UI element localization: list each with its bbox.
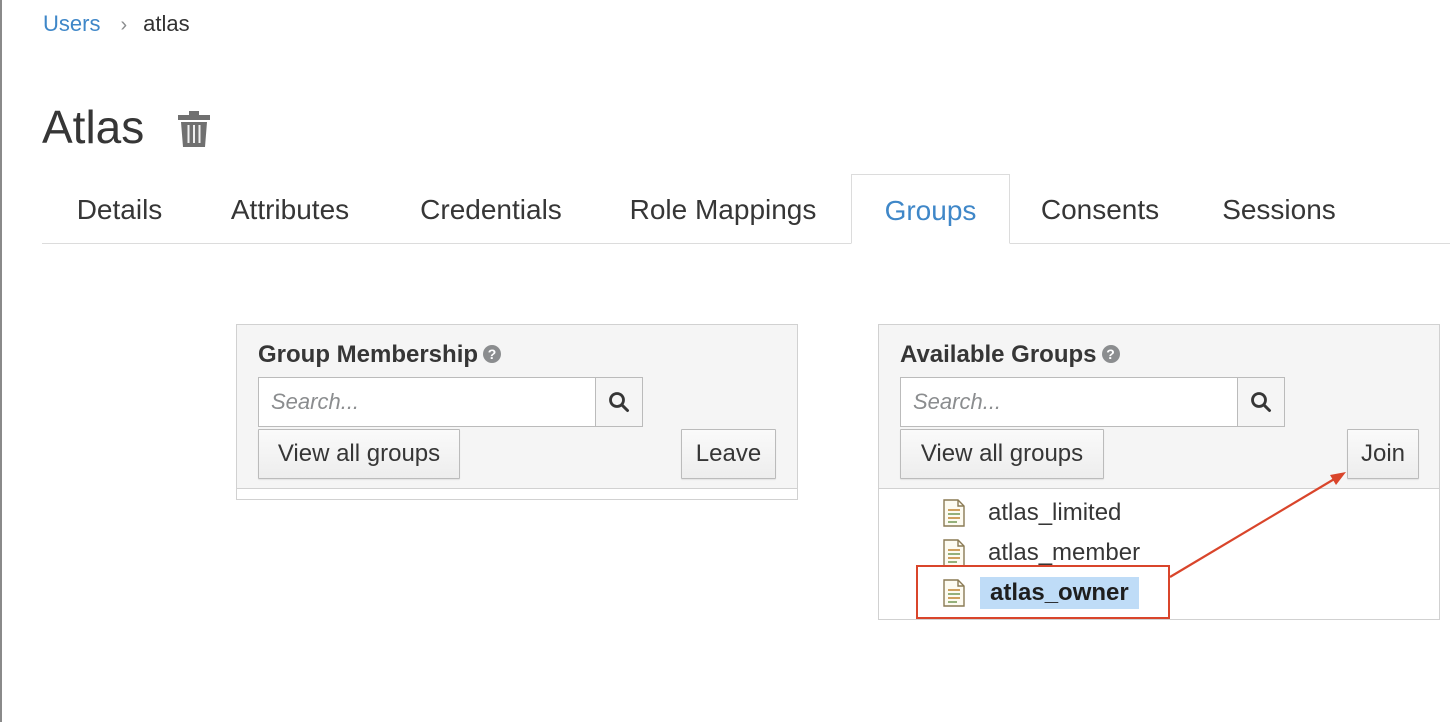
- join-button[interactable]: Join: [1347, 429, 1419, 479]
- search-icon: [609, 392, 629, 412]
- tab-sessions[interactable]: Sessions: [1209, 174, 1349, 243]
- breadcrumb-separator: ›: [120, 14, 128, 36]
- available-groups-title-text: Available Groups: [900, 341, 1097, 368]
- tab-groups[interactable]: Groups: [851, 174, 1010, 244]
- group-tree-item-label: atlas_limited: [988, 499, 1122, 526]
- tab-consents[interactable]: Consents: [1027, 174, 1173, 243]
- group-document-icon: [943, 579, 965, 607]
- available-groups-header: Available Groups? View all groups Join: [879, 325, 1439, 489]
- group-membership-title-text: Group Membership: [258, 341, 479, 368]
- available-groups-search-input[interactable]: [900, 377, 1237, 427]
- available-groups-view-all-button[interactable]: View all groups: [900, 429, 1104, 479]
- tab-details[interactable]: Details: [57, 174, 182, 243]
- group-membership-panel: Group Membership? View all groups Leave: [236, 324, 798, 500]
- available-groups-title: Available Groups?: [900, 339, 1120, 371]
- leave-button[interactable]: Leave: [681, 429, 776, 479]
- group-membership-header: Group Membership? View all groups Leave: [237, 325, 797, 489]
- tab-role-mappings[interactable]: Role Mappings: [614, 174, 832, 243]
- group-membership-view-all-button[interactable]: View all groups: [258, 429, 460, 479]
- group-tree-item[interactable]: atlas_limited: [943, 493, 1129, 533]
- window-left-border: [0, 0, 2, 722]
- group-membership-search-input[interactable]: [258, 377, 595, 427]
- trash-icon[interactable]: [178, 111, 210, 147]
- page-title: Atlas: [42, 101, 145, 153]
- help-icon[interactable]: ?: [483, 345, 502, 363]
- tab-bar: Details Attributes Credentials Role Mapp…: [42, 174, 1450, 244]
- group-tree-item-label: atlas_owner: [980, 577, 1139, 609]
- group-tree-item-label: atlas_member: [988, 539, 1141, 566]
- breadcrumb-users-link[interactable]: Users: [43, 11, 100, 36]
- group-document-icon: [943, 539, 965, 567]
- available-groups-panel: Available Groups? View all groups Join a…: [878, 324, 1440, 620]
- tab-attributes[interactable]: Attributes: [214, 174, 366, 243]
- group-tree-item[interactable]: atlas_member: [943, 533, 1148, 573]
- tab-credentials[interactable]: Credentials: [402, 174, 580, 243]
- breadcrumb-current: atlas: [143, 11, 190, 36]
- search-icon: [1251, 392, 1271, 412]
- available-groups-search-button[interactable]: [1237, 377, 1285, 427]
- group-document-icon: [943, 499, 965, 527]
- group-tree-item-selected[interactable]: atlas_owner: [943, 573, 1139, 613]
- help-icon[interactable]: ?: [1101, 345, 1120, 363]
- group-membership-search: [258, 377, 643, 427]
- available-groups-search: [900, 377, 1285, 427]
- breadcrumb: Users › atlas: [43, 10, 190, 39]
- group-membership-search-button[interactable]: [595, 377, 643, 427]
- group-membership-title: Group Membership?: [258, 339, 502, 371]
